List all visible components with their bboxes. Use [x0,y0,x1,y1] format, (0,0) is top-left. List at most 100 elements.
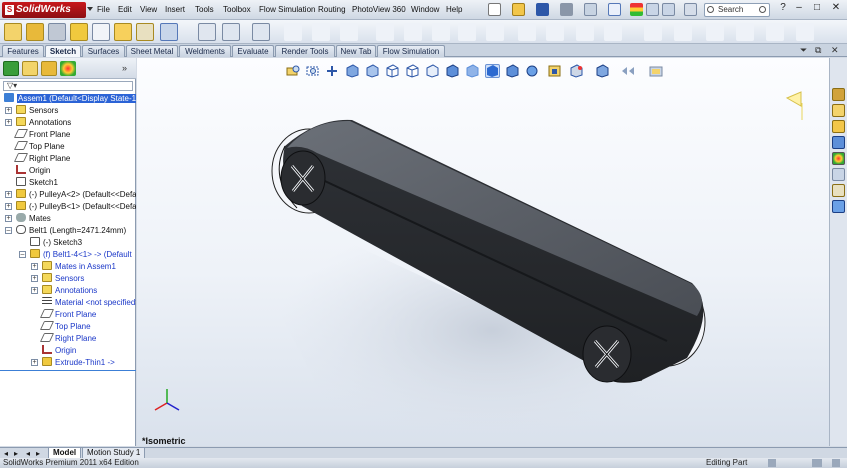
menu-file[interactable]: File [97,5,110,14]
solidworks-logo[interactable]: S SolidWorks [2,2,86,18]
design-library-icon[interactable] [832,104,845,117]
polygon-icon[interactable] [404,23,422,41]
print-icon[interactable] [560,3,573,16]
menu-flow-simulation[interactable]: Flow Simulation [259,5,315,14]
expand-extrude-thin1-icon[interactable]: + [31,359,38,366]
view-palette-icon[interactable] [832,200,845,213]
tree-node-pulleyb[interactable]: (-) PulleyB<1> (Default<<Default> [16,201,136,212]
insert-components-icon[interactable] [26,23,44,41]
minimize-window-icon[interactable]: – [792,2,806,15]
expand-sensors-icon[interactable]: + [5,107,12,114]
edit-component-icon[interactable] [4,23,22,41]
tab-surfaces[interactable]: Surfaces [82,45,125,57]
file-properties-icon[interactable] [646,3,659,16]
menu-help[interactable]: Help [446,5,462,14]
tree-node-sensors[interactable]: Sensors [16,105,58,116]
expand-pulleyb-icon[interactable]: + [5,203,12,210]
tab-new-tab[interactable]: New Tab [336,45,376,57]
expand-mates-icon[interactable]: + [5,215,12,222]
select-pointer-icon[interactable] [608,3,621,16]
diamond-tool-icon[interactable] [252,23,270,41]
tree-node-sketch3[interactable]: (-) Sketch3 [30,237,82,248]
trim-entities-icon[interactable] [576,23,594,41]
options-gear-icon[interactable] [662,3,675,16]
tree-node-pulleya[interactable]: (-) PulleyA<2> (Default<<Default> [16,189,136,200]
show-hidden-components-icon[interactable] [136,23,154,41]
smart-dimension-icon[interactable] [222,23,240,41]
expand-part-sensors-icon[interactable]: + [31,275,38,282]
tree-node-belt1[interactable]: Belt1 (Length=2471.24mm) [16,225,126,236]
tree-node-top-plane[interactable]: Top Plane [13,141,65,152]
ellipse-icon[interactable] [458,23,476,41]
tree-node-annotations[interactable]: Annotations [16,117,71,128]
component-pattern-icon[interactable] [70,23,88,41]
circle-icon[interactable] [340,23,358,41]
custom-properties-icon[interactable] [832,168,845,181]
tree-node-part-origin[interactable]: Origin [42,345,76,356]
property-manager-tab-icon[interactable] [22,61,38,76]
expand-panel-icon[interactable]: » [122,63,127,73]
close-window-icon[interactable]: ✕ [829,2,843,15]
tree-node-origin[interactable]: Origin [16,165,50,176]
tree-node-sketch1[interactable]: Sketch1 [16,177,58,188]
scroll-right-icon[interactable]: ▸ [14,449,18,458]
collapse-belt1-icon[interactable]: – [5,227,12,234]
tab-weldments[interactable]: Weldments [179,45,231,57]
tree-node-part-top-plane[interactable]: Top Plane [39,321,91,332]
tree-node-right-plane[interactable]: Right Plane [13,153,70,164]
help-status-icon[interactable] [832,459,840,467]
logo-menu-arrow-icon[interactable] [87,7,93,11]
tab-sketch[interactable]: Sketch [45,45,81,57]
menu-window[interactable]: Window [411,5,439,14]
tree-node-belt1-4[interactable]: (f) Belt1-4<1> -> (Default [30,249,132,260]
display-relations-icon[interactable] [706,23,724,41]
scroll-left-icon[interactable]: ◂ [4,449,8,458]
tab-features[interactable]: Features [2,45,44,57]
tree-filter-input[interactable]: ▽▾ [3,81,133,91]
save-icon[interactable] [536,3,549,16]
tab-evaluate[interactable]: Evaluate [232,45,274,57]
appearances-icon[interactable] [832,152,845,165]
rebuild-traffic-light-icon[interactable] [630,3,643,16]
graphics-area[interactable]: *Isometric [137,58,829,446]
menu-edit[interactable]: Edit [118,5,132,14]
line-icon[interactable] [284,23,302,41]
move-component-icon[interactable] [114,23,132,41]
undo-icon[interactable] [584,3,597,16]
tree-node-assem1[interactable]: Assem1 (Default<Display State-1>) [4,93,136,104]
tree-node-part-sensors[interactable]: Sensors [42,273,84,284]
feature-tree-tab-icon[interactable] [3,61,19,76]
tab-sheet-metal[interactable]: Sheet Metal [126,45,178,57]
fillet-icon[interactable] [486,23,504,41]
scroll-first-icon[interactable]: ◂ [26,449,30,458]
chevron-down-icon[interactable]: ⏷ [800,45,807,56]
offset-entities-icon[interactable] [546,23,564,41]
menu-tools[interactable]: Tools [195,5,214,14]
new-document-icon[interactable] [488,3,501,16]
customize-icon[interactable] [684,3,697,16]
solidworks-resources-icon[interactable] [832,88,845,101]
repair-sketch-icon[interactable] [736,23,754,41]
sketch-icon[interactable] [198,23,216,41]
smart-fasteners-icon[interactable] [92,23,110,41]
maximize-window-icon[interactable]: □ [810,2,824,15]
mirror-entities-icon[interactable] [604,23,622,41]
tab-render-tools[interactable]: Render Tools [275,45,335,57]
rapid-sketch-icon[interactable] [796,23,814,41]
tree-node-mates-in-assem1[interactable]: Mates in Assem1 [42,261,116,272]
move-entities-icon[interactable] [674,23,692,41]
units-icon[interactable] [812,459,822,467]
scroll-last-icon[interactable]: ▸ [36,449,40,458]
configuration-manager-tab-icon[interactable] [41,61,57,76]
quick-snaps-icon[interactable] [766,23,784,41]
tree-node-front-plane[interactable]: Front Plane [13,129,70,140]
menu-insert[interactable]: Insert [165,5,185,14]
document-recovery-icon[interactable] [832,184,845,197]
tree-node-part-right-plane[interactable]: Right Plane [39,333,96,344]
search-dropdown-icon[interactable] [759,6,766,13]
display-manager-tab-icon[interactable] [60,61,76,76]
arc-icon[interactable] [376,23,394,41]
expand-pulleya-icon[interactable]: + [5,191,12,198]
file-explorer-icon[interactable] [832,120,845,133]
tree-node-mates[interactable]: Mates [16,213,51,224]
